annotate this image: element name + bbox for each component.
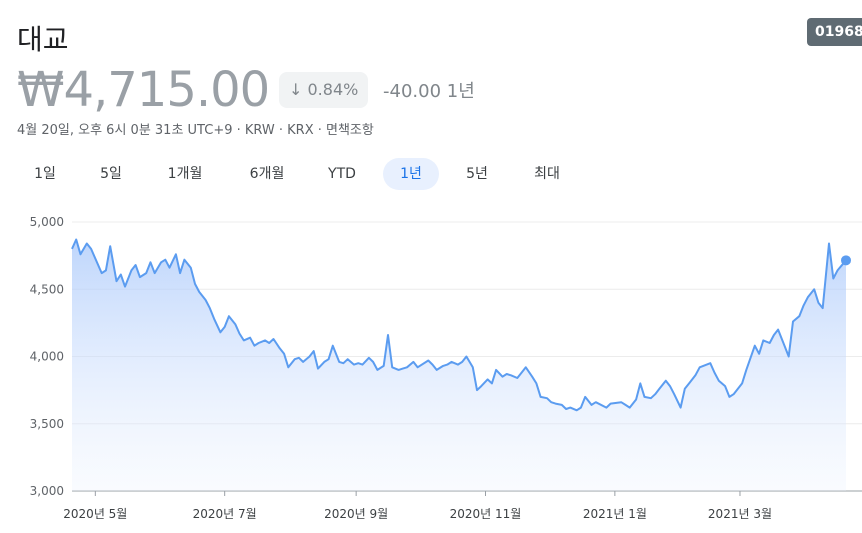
x-tick-label: 2021년 3월 bbox=[708, 507, 772, 521]
x-tick-label: 2020년 5월 bbox=[63, 507, 127, 521]
tab-max[interactable]: 최대 bbox=[517, 158, 577, 190]
x-tick-label: 2021년 1월 bbox=[583, 507, 647, 521]
page-title: 대교 bbox=[17, 23, 69, 56]
ticker-badge[interactable]: 01968 bbox=[807, 18, 862, 46]
arrow-down-icon: ↓ bbox=[289, 80, 303, 99]
price-chart[interactable]: 5,000 4,500 4,000 3,500 3,000 2020년 5월 2020년 … bbox=[0, 205, 862, 533]
y-tick-label: 5,000 bbox=[30, 215, 64, 229]
x-tick-label: 2020년 11월 bbox=[450, 507, 522, 521]
tab-5d[interactable]: 5일 bbox=[83, 158, 139, 190]
tab-1m[interactable]: 1개월 bbox=[149, 158, 221, 190]
current-point-marker bbox=[841, 255, 851, 266]
tab-1y[interactable]: 1년 bbox=[383, 158, 439, 190]
y-tick-label: 4,500 bbox=[30, 282, 64, 296]
y-tick-label: 4,000 bbox=[30, 350, 64, 364]
change-percent: 0.84% bbox=[307, 80, 359, 99]
change-percent-badge: ↓ 0.84% bbox=[279, 72, 369, 108]
tab-5y[interactable]: 5년 bbox=[449, 158, 505, 190]
y-tick-label: 3,500 bbox=[30, 417, 64, 431]
tab-6m[interactable]: 6개월 bbox=[231, 158, 303, 190]
x-tick-label: 2020년 9월 bbox=[324, 507, 388, 521]
tab-ytd[interactable]: YTD bbox=[313, 158, 371, 190]
timestamp-line: 4월 20일, 오후 6시 0분 31초 UTC+9 · KRW · KRX ·… bbox=[17, 123, 374, 138]
tab-1d[interactable]: 1일 bbox=[17, 158, 73, 190]
price-area bbox=[72, 239, 846, 491]
current-price: ₩4,715.00 bbox=[17, 62, 270, 118]
y-tick-label: 3,000 bbox=[30, 484, 64, 498]
change-absolute: -40.00 1년 bbox=[383, 81, 475, 102]
x-tick-label: 2020년 7월 bbox=[193, 507, 257, 521]
